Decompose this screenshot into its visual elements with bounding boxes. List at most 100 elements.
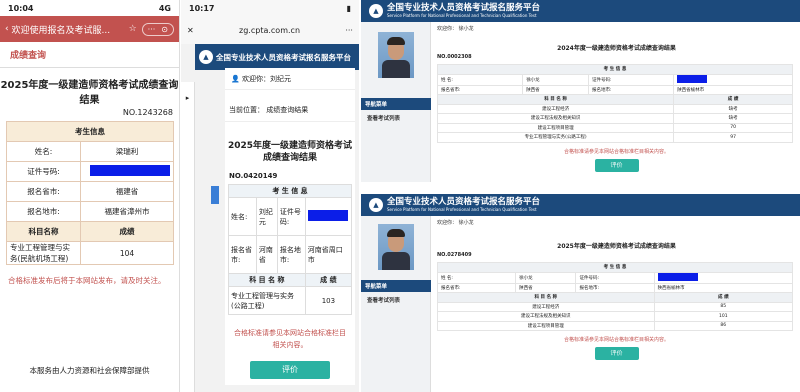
sidebar-item-exam-list[interactable]: 查看考试列表 <box>361 110 431 126</box>
field-label: 证件号码: <box>575 271 655 284</box>
signal-indicator: 4G <box>158 3 171 13</box>
subject-name: 建设工程项目管理 <box>437 320 655 331</box>
side-menu[interactable]: ▸ <box>181 82 195 392</box>
field-value: 福建省漳州市 <box>80 201 174 222</box>
sidebar-item-exam-list[interactable]: 查看考试列表 <box>361 292 431 308</box>
score-value: 85 <box>653 301 794 312</box>
field-label: 报名省市: <box>6 181 81 202</box>
site-subtitle: Service Platform for National Profession… <box>387 207 537 212</box>
subject-name: 建设工程法规及相关知识 <box>437 311 655 322</box>
table-row: 专业工程管理与实务(民航机场工程) 104 <box>6 241 174 265</box>
id-mask <box>80 161 174 182</box>
more-icon[interactable]: ··· <box>148 25 156 34</box>
score-value: 101 <box>653 311 794 322</box>
welcome-label: 欢迎你：刘纪元 <box>241 74 291 83</box>
score-table: 考生信息 姓名: 梁瑞利 证件号码: 报名省市: 福建省 报名地市: 福建省漳州市 科… <box>6 121 174 265</box>
field-label: 姓 名: <box>436 271 517 284</box>
url-text: zg.cpta.com.cn <box>239 25 301 35</box>
certificate-number: NO.0278409 <box>437 252 472 258</box>
field-label: 报名地市: <box>575 282 655 293</box>
subject-name: 建设工程经济 <box>436 103 675 114</box>
nav-menu: 导航菜单 查看考试列表 <box>361 98 431 126</box>
result-title-line1: 2025年度一级建造师资格考试 <box>227 141 353 151</box>
table-row: 报名省市: 陕西省 报名地市: 陕西省榆林市 <box>436 282 794 293</box>
certificate-number: NO.0002308 <box>437 54 472 60</box>
more-icon[interactable]: ··· <box>345 26 353 35</box>
result-title-line2: 成绩查询结果 <box>262 153 317 163</box>
status-bar: 10:17 ▮ <box>181 0 359 16</box>
table-row: 专业工程管理与实务(公路工程) 97 <box>436 132 793 143</box>
desktop-score-panel-2025: ▲ 全国专业技术人员资格考试报名服务平台 Service Platform for… <box>361 194 800 392</box>
logo-icon: ▲ <box>369 4 383 18</box>
score-header: 成绩 <box>80 221 174 242</box>
score-header: 成 绩 <box>673 94 793 105</box>
table-row: 姓名: 刘纪元 证件号码: <box>228 197 353 236</box>
close-icon[interactable]: ⊙ <box>161 25 168 34</box>
table-row: 建设工程经济 85 <box>437 301 794 312</box>
field-value: 河南省周口市 <box>304 235 353 274</box>
site-subtitle: Service Platform for National Profession… <box>387 13 537 18</box>
subject-header: 科目名称 <box>6 221 81 242</box>
score-table: 考 生 信 息 姓 名: 徐小龙 证件号码: 报名省市: 陕西省 报名地市: 陕西省榆林市… <box>436 64 793 143</box>
field-label: 证件号码: <box>6 161 81 182</box>
field-label: 证件号码: <box>587 73 675 86</box>
main-content: 欢迎你： 徐小龙 2025年度一级建造师资格考试成绩查询结果 NO.027840… <box>433 216 800 360</box>
status-time: 10:04 <box>8 3 34 13</box>
nav-menu-title: 导航菜单 <box>361 98 431 110</box>
table-row: 证件号码: <box>6 161 174 182</box>
site-title: 全国专业技术人员资格考试报名服务平台 <box>387 3 541 13</box>
field-value: 福建省 <box>80 181 174 202</box>
field-label: 报名地市: <box>6 201 81 222</box>
page-title: 欢迎使用报名及考试服... <box>11 25 111 36</box>
table-row: 报名地市: 福建省漳州市 <box>6 201 174 222</box>
site-title: 全国专业技术人员资格考试报名服务平台 <box>216 52 351 62</box>
address-bar[interactable]: ✕ zg.cpta.com.cn ··· <box>181 16 359 44</box>
certificate-number: NO.0420149 <box>229 172 278 180</box>
rate-button[interactable]: 评价 <box>594 347 639 360</box>
score-value: 缺考 <box>673 113 793 124</box>
result-title: 2025年度一级建造师资格考试成绩查询结果 <box>557 243 676 250</box>
field-value: 河南省 <box>255 235 278 274</box>
score-table: 考 生 信 息 姓 名: 徐小龙 证件号码: 报名省市: 陕西省 报名地市: 陕西省榆林市… <box>436 262 794 331</box>
side-tab[interactable] <box>211 186 219 204</box>
score-value: 缺考 <box>673 103 793 114</box>
table-row: 建设工程项目管理 86 <box>437 320 794 331</box>
table-row: 姓名: 梁瑞利 <box>6 141 174 162</box>
subject-name: 建设工程经济 <box>437 301 655 312</box>
id-mask <box>653 271 794 284</box>
table-row: 姓 名: 徐小龙 证件号码: <box>436 271 794 284</box>
score-value: 97 <box>673 132 793 143</box>
close-icon[interactable]: ✕ <box>187 26 194 35</box>
subject-name: 建设工程法规及相关知识 <box>436 113 675 124</box>
menu-toggle-icon[interactable]: ▸ <box>181 94 194 102</box>
field-value: 陕西省榆林市 <box>673 84 793 95</box>
field-value: 徐小龙 <box>515 271 577 284</box>
field-value: 陕西省 <box>522 84 589 95</box>
score-value: 70 <box>673 122 793 133</box>
candidate-photo <box>378 32 414 78</box>
rate-button[interactable]: 评价 <box>250 361 330 379</box>
table-row: 报名省市: 福建省 <box>6 181 174 202</box>
subject-name: 建设工程项目管理 <box>436 122 675 133</box>
nav-menu: 导航菜单 查看考试列表 <box>361 280 431 308</box>
sidebar: 导航菜单 查看考试列表 <box>361 22 431 182</box>
site-header: ▲ 全国专业技术人员资格考试报名服务平台 Service Platform for… <box>361 194 800 216</box>
table-row: 建设工程法规及相关知识 缺考 <box>436 113 793 124</box>
field-value: 陕西省榆林市 <box>653 282 794 293</box>
notice-text: 合格标准发布后将于本网站发布，请及时关注。 <box>8 276 166 285</box>
field-label: 姓 名: <box>436 73 524 86</box>
wechat-score-panel: 10:04 4G ‹ 欢迎使用报名及考试服... ☆ ··· ⊙ 成绩查询 20… <box>0 0 180 392</box>
candidate-photo <box>378 224 414 270</box>
certificate-number: NO.1243268 <box>122 108 173 117</box>
star-icon[interactable]: ☆ <box>129 24 137 34</box>
rate-button[interactable]: 评价 <box>594 158 639 172</box>
mini-program-capsule[interactable]: ··· ⊙ <box>141 22 174 36</box>
user-icon: 👤 <box>231 74 242 83</box>
score-value: 103 <box>304 286 353 315</box>
field-label: 证件号码: <box>276 197 306 236</box>
site-title: 全国专业技术人员资格考试报名服务平台 <box>387 197 541 207</box>
content-area: 👤 欢迎你：刘纪元 当前位置： 成绩查询结果 2025年度一级建造师资格考试 成… <box>225 68 355 385</box>
field-label: 报名地市: <box>587 84 675 95</box>
field-value: 陕西省 <box>515 282 577 293</box>
id-mask <box>304 197 353 236</box>
